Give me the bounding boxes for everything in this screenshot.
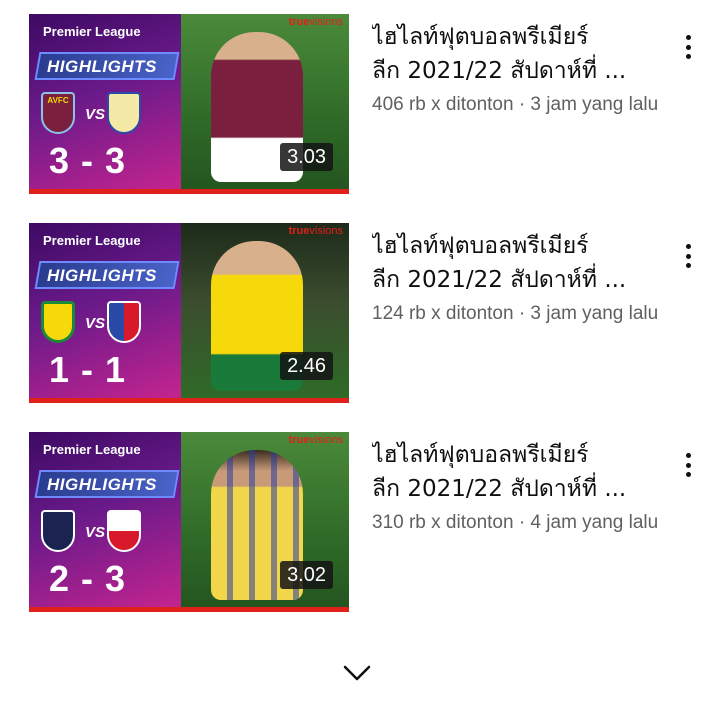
channel-brand-logo: truevisions	[288, 434, 343, 446]
more-vert-icon[interactable]	[678, 450, 698, 480]
video-meta[interactable]: ไฮไลท์ฟุตบอลพรีเมียร์ ลีก 2021/22 สัปดาห…	[372, 229, 664, 326]
chevron-down-icon[interactable]	[337, 655, 377, 691]
video-thumbnail-2[interactable]: Premier League HIGHLIGHTS VS 1 - 1 truev…	[29, 223, 349, 403]
highlights-label: HIGHLIGHTS	[47, 266, 157, 285]
vs-label: VS	[85, 106, 106, 123]
video-thumbnail-1[interactable]: Premier League HIGHLIGHTS AVFC VS 3 - 3 …	[29, 14, 349, 194]
channel-brand-logo: truevisions	[288, 16, 343, 28]
video-item-3[interactable]: Premier League HIGHLIGHTS VS 2 - 3 truev…	[0, 432, 714, 612]
highlights-label: HIGHLIGHTS	[47, 475, 157, 494]
away-crest-icon	[107, 510, 141, 552]
video-item-1[interactable]: Premier League HIGHLIGHTS AVFC VS 3 - 3 …	[0, 14, 714, 194]
home-crest-icon: AVFC	[41, 92, 75, 134]
video-info: 406 rb x ditonton · 3 jam yang lalu	[372, 94, 659, 115]
home-crest-icon	[41, 301, 75, 343]
video-info: 124 rb x ditonton · 3 jam yang lalu	[372, 303, 659, 324]
more-vert-icon[interactable]	[678, 32, 698, 62]
score-label: 2 - 3	[49, 558, 127, 599]
video-title[interactable]: ไฮไลท์ฟุตบอลพรีเมียร์ ลีก 2021/22 สัปดาห…	[372, 20, 664, 88]
away-crest-icon	[107, 301, 141, 343]
league-label: Premier League	[43, 442, 141, 457]
video-title[interactable]: ไฮไลท์ฟุตบอลพรีเมียร์ ลีก 2021/22 สัปดาห…	[372, 438, 664, 506]
highlights-label: HIGHLIGHTS	[47, 57, 157, 76]
league-label: Premier League	[43, 24, 141, 39]
video-item-2[interactable]: Premier League HIGHLIGHTS VS 1 - 1 truev…	[0, 223, 714, 403]
more-vert-icon[interactable]	[678, 241, 698, 271]
video-meta[interactable]: ไฮไลท์ฟุตบอลพรีเมียร์ ลีก 2021/22 สัปดาห…	[372, 438, 664, 535]
video-title[interactable]: ไฮไลท์ฟุตบอลพรีเมียร์ ลีก 2021/22 สัปดาห…	[372, 229, 664, 297]
score-label: 3 - 3	[49, 140, 127, 181]
vs-label: VS	[85, 315, 106, 332]
home-crest-icon	[41, 510, 75, 552]
duration-badge: 2.46	[280, 352, 333, 380]
duration-badge: 3.03	[280, 143, 333, 171]
video-meta[interactable]: ไฮไลท์ฟุตบอลพรีเมียร์ ลีก 2021/22 สัปดาห…	[372, 20, 664, 117]
league-label: Premier League	[43, 233, 141, 248]
score-label: 1 - 1	[49, 349, 127, 390]
vs-label: VS	[85, 524, 106, 541]
away-crest-icon	[107, 92, 141, 134]
video-info: 310 rb x ditonton · 4 jam yang lalu	[372, 512, 659, 533]
channel-brand-logo: truevisions	[288, 225, 343, 237]
duration-badge: 3.02	[280, 561, 333, 589]
video-thumbnail-3[interactable]: Premier League HIGHLIGHTS VS 2 - 3 truev…	[29, 432, 349, 612]
